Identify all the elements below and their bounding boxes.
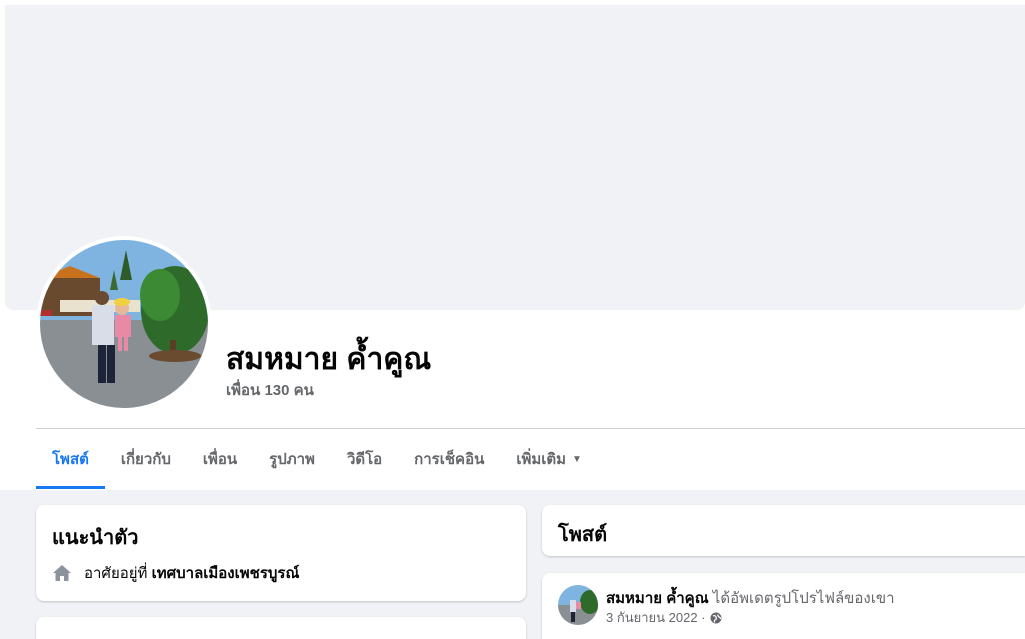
profile-photo-image	[40, 240, 208, 408]
post-author[interactable]: สมหมาย ค้ำคูณ	[606, 590, 709, 607]
profile-name: สมหมาย ค้ำคูณ	[226, 343, 432, 376]
intro-card: แนะนำตัว อาศัยอยู่ที่ เทศบาลเมืองเพชรบูร…	[36, 505, 526, 601]
tab-label: โพสต์	[52, 451, 89, 468]
tab-label: เพื่อน	[202, 451, 238, 468]
lives-in-prefix: อาศัยอยู่ที่	[84, 565, 148, 582]
intro-title: แนะนำตัว	[52, 527, 139, 549]
tab-checkins[interactable]: การเช็คอิน	[398, 429, 500, 489]
lives-in-row: อาศัยอยู่ที่ เทศบาลเมืองเพชรบูรณ์	[52, 561, 299, 585]
tab-label: รูปภาพ	[269, 451, 315, 468]
tab-friends[interactable]: เพื่อน	[187, 429, 253, 489]
home-icon	[52, 563, 72, 583]
globe-icon	[710, 612, 722, 624]
tab-photos[interactable]: รูปภาพ	[253, 429, 331, 489]
tab-videos[interactable]: วิดีโอ	[331, 429, 398, 489]
tab-more[interactable]: เพิ่มเติม ▼	[500, 429, 598, 489]
friend-count[interactable]: เพื่อน 130 คน	[226, 378, 314, 402]
tab-label: วิดีโอ	[346, 451, 383, 468]
posts-header-card: โพสต์	[542, 505, 1025, 556]
lives-in-place[interactable]: เทศบาลเมืองเพชรบูรณ์	[152, 561, 300, 585]
tab-about[interactable]: เกี่ยวกับ	[105, 429, 187, 489]
featured-card	[36, 617, 526, 639]
tab-posts[interactable]: โพสต์	[36, 429, 105, 489]
caret-down-icon: ▼	[572, 453, 582, 465]
post-card: สมหมาย ค้ำคูณ ได้อัพเดตรูปโปรไฟล์ของเขา …	[542, 573, 1025, 639]
profile-tabs: โพสต์ เกี่ยวกับ เพื่อน รูปภาพ วิดีโอ การ…	[36, 429, 598, 489]
post-action: ได้อัพเดตรูปโปรไฟล์ของเขา	[712, 590, 895, 607]
tab-label: เกี่ยวกับ	[120, 451, 171, 468]
profile-photo[interactable]	[40, 240, 208, 408]
profile-header: สมหมาย ค้ำคูณ เพื่อน 130 คน โพสต์ เกี่ยว…	[0, 0, 1025, 490]
posts-title: โพสต์	[558, 524, 608, 546]
meta-separator: ·	[701, 610, 706, 625]
profile-picture[interactable]	[36, 236, 212, 412]
post-meta: 3 กันยายน 2022 ·	[606, 607, 722, 628]
tab-label: เพิ่มเติม	[516, 451, 567, 468]
post-date[interactable]: 3 กันยายน 2022	[606, 607, 698, 628]
tab-label: การเช็คอิน	[414, 451, 485, 468]
post-author-avatar[interactable]	[558, 585, 598, 625]
